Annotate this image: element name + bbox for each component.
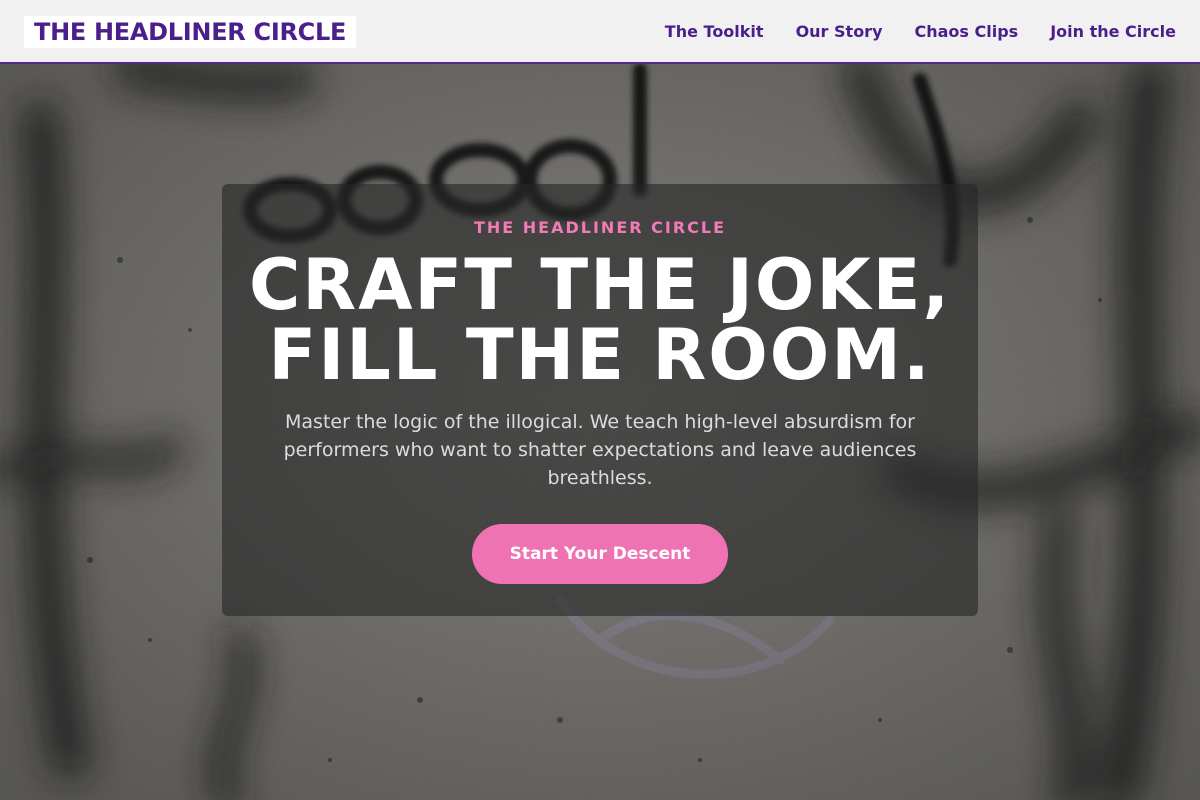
site-logo[interactable]: THE HEADLINER CIRCLE xyxy=(24,16,357,48)
hero-headline: CRAFT THE JOKE, FILL THE ROOM. xyxy=(222,250,978,390)
nav-link-our-story[interactable]: Our Story xyxy=(796,22,883,41)
nav-link-chaos-clips[interactable]: Chaos Clips xyxy=(915,22,1019,41)
hero-card: THE HEADLINER CIRCLE CRAFT THE JOKE, FIL… xyxy=(222,184,978,616)
nav-link-the-toolkit[interactable]: The Toolkit xyxy=(665,22,764,41)
landing-page: THE HEADLINER CIRCLE The Toolkit Our Sto… xyxy=(0,0,1200,800)
site-header: THE HEADLINER CIRCLE The Toolkit Our Sto… xyxy=(0,0,1200,64)
hero-eyebrow: THE HEADLINER CIRCLE xyxy=(473,218,727,237)
hero-headline-line-2: FILL THE ROOM. xyxy=(268,314,932,396)
hero-subtext: Master the logic of the illogical. We te… xyxy=(283,411,917,489)
start-your-descent-button[interactable]: Start Your Descent xyxy=(472,524,728,584)
nav-link-join-the-circle[interactable]: Join the Circle xyxy=(1050,22,1176,41)
hero-headline-line-1: CRAFT THE JOKE, xyxy=(248,244,952,326)
main-nav: The Toolkit Our Story Chaos Clips Join t… xyxy=(665,0,1176,62)
